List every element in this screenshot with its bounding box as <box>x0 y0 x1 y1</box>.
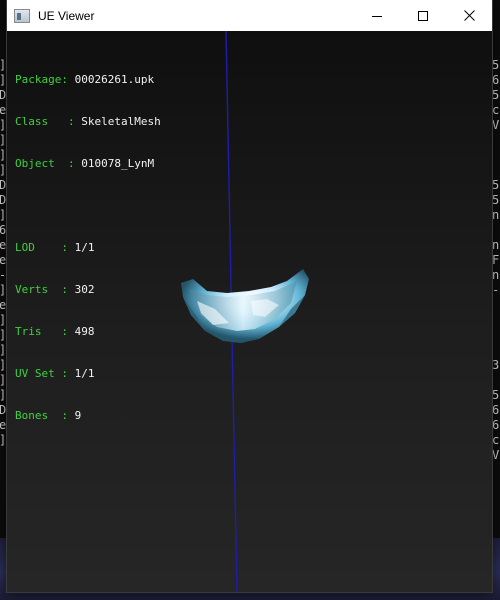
maximize-button[interactable] <box>400 0 446 31</box>
tris-row: Tris : 498 <box>15 325 95 338</box>
package-value: 00026261.upk <box>74 73 155 86</box>
mesh-info-overlay: Package: 00026261.upk Class : SkeletalMe… <box>15 45 161 451</box>
package-row: Package: 00026261.upk <box>15 73 155 86</box>
3d-viewport[interactable]: Package: 00026261.upk Class : SkeletalMe… <box>7 31 492 592</box>
title-bar[interactable]: UE Viewer <box>7 0 492 31</box>
bones-label: Bones <box>15 409 49 422</box>
skeletal-mesh-render[interactable] <box>167 265 317 355</box>
class-row: Class : SkeletalMesh <box>15 115 161 128</box>
app-window-icon[interactable] <box>14 8 30 23</box>
close-icon <box>463 10 475 21</box>
uvset-row: UV Set : 1/1 <box>15 367 95 380</box>
maximize-icon <box>418 10 428 21</box>
uvset-label: UV Set <box>15 367 55 380</box>
lod-label: LOD <box>15 241 35 254</box>
close-button[interactable] <box>446 0 492 31</box>
class-value: SkeletalMesh <box>81 115 161 128</box>
uvset-value: 1/1 <box>74 367 95 380</box>
ue-viewer-window: UE Viewer Package: 00026261.upk Class: … <box>7 0 492 592</box>
tris-label: Tris <box>15 325 42 338</box>
class-label: Class <box>15 115 49 128</box>
bones-row: Bones : 9 <box>15 409 82 422</box>
lod-row: LOD : 1/1 <box>15 241 95 254</box>
bones-value: 9 <box>74 409 82 422</box>
verts-value: 302 <box>74 283 95 296</box>
lod-value: 1/1 <box>74 241 95 254</box>
window-controls <box>354 0 492 31</box>
minimize-button[interactable] <box>354 0 400 31</box>
background-console-left-column: ] ] D e ] ] ] ] D D ] 6 e e - ] e ] ] ] … <box>0 58 7 447</box>
minimize-icon <box>372 15 382 17</box>
background-console-right-column: 5 6 5 c V 5 5 n n F n - 3 5 6 6 c V <box>492 58 500 462</box>
verts-label: Verts <box>15 283 49 296</box>
tris-value: 498 <box>74 325 95 338</box>
window-title: UE Viewer <box>38 8 95 23</box>
object-value: 010078_LynM <box>81 157 155 170</box>
package-label: Package <box>15 73 62 86</box>
object-row: Object : 010078_LynM <box>15 157 155 170</box>
verts-row: Verts : 302 <box>15 283 95 296</box>
object-label: Object <box>15 157 55 170</box>
